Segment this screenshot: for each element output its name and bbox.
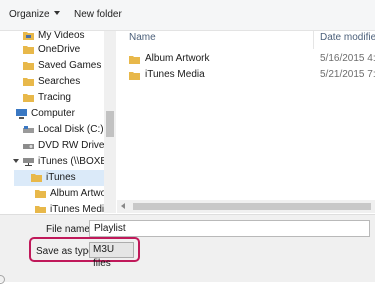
organize-label: Organize: [9, 9, 50, 20]
chevron-down-icon[interactable]: [13, 159, 19, 163]
nav-item-label: Local Disk (C:): [38, 124, 104, 135]
folder-icon: [129, 56, 140, 64]
nav-item-label: iTunes Media: [50, 204, 110, 213]
network-drive-icon: [23, 158, 34, 166]
folder-icon: [35, 206, 46, 213]
folder-icon: [129, 72, 140, 80]
list-item[interactable]: Album Artwork 5/16/2015 4:: [117, 51, 375, 67]
organize-button[interactable]: Organize: [9, 9, 60, 20]
file-name: iTunes Media: [145, 69, 205, 80]
scrollbar-thumb[interactable]: [133, 203, 371, 210]
nav-item-label: Tracing: [38, 92, 71, 103]
scroll-left-icon[interactable]: [121, 203, 125, 209]
drive-icon: [23, 126, 34, 133]
horizontal-scrollbar[interactable]: [117, 200, 375, 213]
column-header: Name Date modified: [117, 31, 375, 49]
nav-item-label: Searches: [38, 76, 81, 87]
save-form: File name: Playlist Save as type: M3U fi…: [0, 214, 375, 284]
toolbar: Organize New folder: [0, 0, 375, 31]
column-divider[interactable]: [313, 31, 314, 49]
nav-item-label: Saved Games: [38, 60, 102, 71]
chevron-down-icon: [53, 11, 60, 15]
column-date-modified[interactable]: Date modified: [320, 32, 375, 43]
collapse-icon[interactable]: [0, 275, 5, 284]
file-name-label: File name:: [46, 224, 93, 235]
computer-icon: [16, 109, 27, 119]
folder-icon: [35, 190, 46, 198]
nav-item-label: iTunes: [46, 172, 76, 183]
file-name: Album Artwork: [145, 53, 210, 64]
video-folder-icon: [23, 32, 34, 40]
folder-icon: [23, 78, 34, 86]
file-date: 5/16/2015 4:: [320, 53, 375, 64]
list-item[interactable]: iTunes Media 5/21/2015 7:1: [117, 67, 375, 83]
folder-icon: [23, 94, 34, 102]
scrollbar-thumb[interactable]: [106, 111, 114, 137]
save-as-type-select[interactable]: M3U files: [89, 242, 134, 269]
new-folder-button[interactable]: New folder: [74, 9, 122, 20]
column-name[interactable]: Name: [129, 32, 156, 43]
nav-scrollbar[interactable]: [104, 31, 116, 213]
file-name-input[interactable]: Playlist: [89, 220, 370, 237]
nav-item-label: OneDrive: [38, 44, 81, 55]
dvd-drive-icon: [23, 144, 34, 149]
nav-item-label: Computer: [31, 108, 75, 119]
folder-icon: [23, 46, 34, 54]
folder-icon: [31, 174, 42, 182]
save-as-type-label: Save as type:: [36, 246, 97, 257]
nav-item-label: Album Artwor: [50, 188, 110, 199]
file-date: 5/21/2015 7:1: [320, 69, 375, 80]
folder-icon: [23, 62, 34, 70]
file-list: Name Date modified Album Artwork 5/16/20…: [117, 31, 375, 213]
navigation-pane: My Videos OneDrive Saved Games Searches …: [0, 31, 116, 213]
nav-item-itunes[interactable]: iTunes: [14, 170, 104, 186]
